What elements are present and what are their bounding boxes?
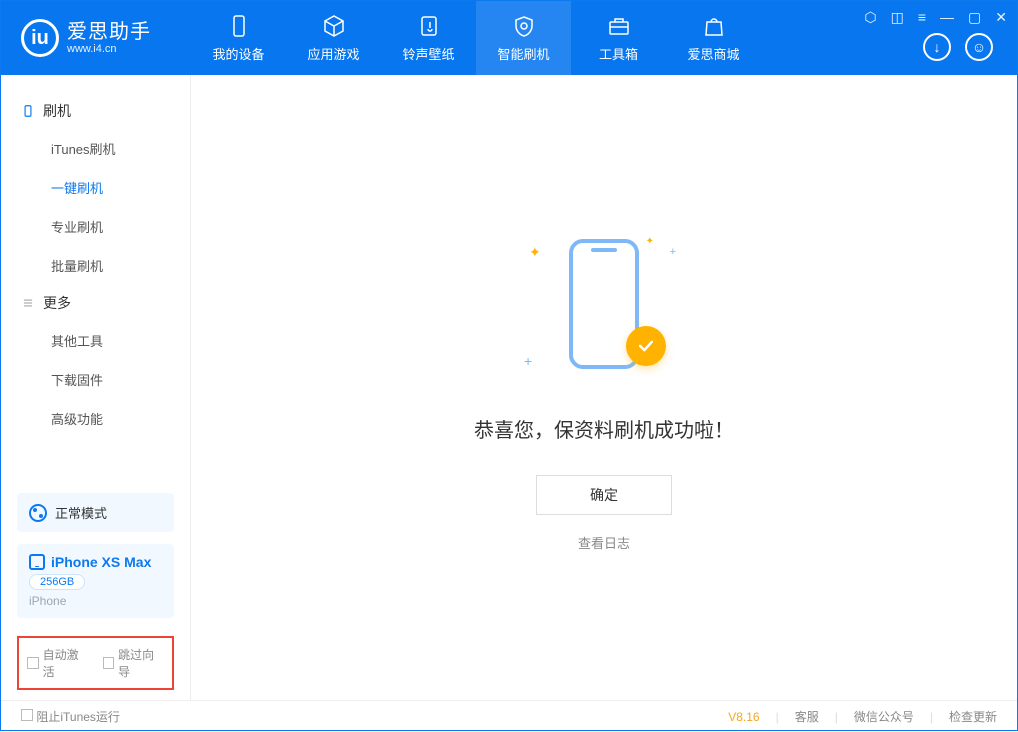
app-name: 爱思助手 bbox=[67, 21, 151, 43]
device-capacity: 256GB bbox=[29, 574, 85, 590]
flash-options: 自动激活 跳过向导 bbox=[17, 636, 174, 690]
confirm-button[interactable]: 确定 bbox=[536, 475, 672, 515]
tab-toolbox[interactable]: 工具箱 bbox=[571, 1, 666, 75]
mode-card[interactable]: 正常模式 bbox=[17, 493, 174, 532]
checkbox-icon bbox=[21, 709, 33, 721]
checkbox-icon bbox=[27, 657, 39, 669]
sparkle-icon: + bbox=[670, 246, 676, 258]
bag-icon bbox=[702, 14, 726, 38]
option-skip-guide[interactable]: 跳过向导 bbox=[103, 646, 165, 680]
device-type: iPhone bbox=[29, 594, 66, 608]
tab-label: 铃声壁纸 bbox=[402, 44, 454, 63]
support-link[interactable]: 客服 bbox=[795, 708, 819, 725]
option-auto-activate[interactable]: 自动激活 bbox=[27, 646, 89, 680]
app-url: www.i4.cn bbox=[67, 43, 151, 55]
checkbox-icon bbox=[103, 657, 115, 669]
window-controls: ⬡ ◫ ≡ — ▢ ✕ bbox=[864, 9, 1007, 26]
logo-icon: iu bbox=[21, 19, 59, 57]
tab-label: 爱思商城 bbox=[687, 44, 739, 63]
device-icon bbox=[227, 14, 251, 38]
list-icon bbox=[21, 296, 35, 310]
tab-label: 智能刷机 bbox=[497, 44, 549, 63]
minimize-button[interactable]: — bbox=[940, 9, 954, 26]
music-icon bbox=[417, 14, 441, 38]
mode-label: 正常模式 bbox=[55, 503, 107, 522]
version-label: V8.16 bbox=[728, 710, 759, 724]
success-message: 恭喜您，保资料刷机成功啦！ bbox=[474, 414, 734, 443]
app-logo: iu 爱思助手 www.i4.cn bbox=[1, 1, 191, 75]
tab-label: 我的设备 bbox=[212, 44, 264, 63]
sparkle-icon: ✦ bbox=[529, 244, 541, 261]
toolbox-icon bbox=[607, 14, 631, 38]
cube-icon bbox=[322, 14, 346, 38]
sparkle-icon: + bbox=[524, 353, 532, 369]
tab-smart-flash[interactable]: 智能刷机 bbox=[476, 1, 571, 75]
main-content: ✦ ✦ + + 恭喜您，保资料刷机成功啦！ 确定 查看日志 bbox=[191, 75, 1017, 700]
sidebar-item-oneclick-flash[interactable]: 一键刷机 bbox=[1, 168, 190, 207]
menu-icon[interactable]: ≡ bbox=[918, 9, 926, 26]
shirt-icon[interactable]: ⬡ bbox=[864, 9, 876, 26]
tab-label: 应用游戏 bbox=[307, 44, 359, 63]
sidebar-section-flash: 刷机 bbox=[1, 93, 190, 129]
sidebar: 刷机 iTunes刷机 一键刷机 专业刷机 批量刷机 更多 其他工具 下载固件 … bbox=[1, 75, 191, 700]
device-name: iPhone XS Max bbox=[51, 554, 151, 570]
check-badge-icon bbox=[626, 326, 666, 366]
tab-label: 工具箱 bbox=[599, 44, 638, 63]
sidebar-item-pro-flash[interactable]: 专业刷机 bbox=[1, 207, 190, 246]
download-icon[interactable]: ↓ bbox=[923, 33, 951, 61]
sidebar-item-itunes-flash[interactable]: iTunes刷机 bbox=[1, 129, 190, 168]
app-header: iu 爱思助手 www.i4.cn 我的设备 应用游戏 铃声壁纸 智能刷机 工具… bbox=[1, 1, 1017, 75]
lock-icon[interactable]: ◫ bbox=[891, 9, 904, 26]
mode-icon bbox=[29, 504, 47, 522]
sidebar-item-advanced[interactable]: 高级功能 bbox=[1, 399, 190, 438]
refresh-shield-icon bbox=[512, 14, 536, 38]
tab-apps[interactable]: 应用游戏 bbox=[286, 1, 381, 75]
device-card[interactable]: iPhone XS Max 256GB iPhone bbox=[17, 544, 174, 618]
sidebar-item-batch-flash[interactable]: 批量刷机 bbox=[1, 246, 190, 285]
view-log-link[interactable]: 查看日志 bbox=[578, 533, 630, 552]
wechat-link[interactable]: 微信公众号 bbox=[854, 708, 914, 725]
sidebar-section-more: 更多 bbox=[1, 285, 190, 321]
status-bar: 阻止iTunes运行 V8.16 | 客服 | 微信公众号 | 检查更新 bbox=[1, 700, 1017, 732]
tab-my-device[interactable]: 我的设备 bbox=[191, 1, 286, 75]
header-actions: ↓ ☺ bbox=[923, 33, 993, 61]
sidebar-item-download-firmware[interactable]: 下载固件 bbox=[1, 360, 190, 399]
success-illustration: ✦ ✦ + + bbox=[524, 224, 684, 384]
user-icon[interactable]: ☺ bbox=[965, 33, 993, 61]
option-block-itunes[interactable]: 阻止iTunes运行 bbox=[21, 708, 120, 725]
phone-outline-icon bbox=[21, 104, 35, 118]
close-button[interactable]: ✕ bbox=[995, 9, 1007, 26]
check-update-link[interactable]: 检查更新 bbox=[949, 708, 997, 725]
sidebar-item-other-tools[interactable]: 其他工具 bbox=[1, 321, 190, 360]
tab-store[interactable]: 爱思商城 bbox=[666, 1, 761, 75]
device-small-icon bbox=[29, 554, 45, 570]
maximize-button[interactable]: ▢ bbox=[968, 9, 981, 26]
sparkle-icon: ✦ bbox=[646, 236, 654, 247]
tab-ringtones[interactable]: 铃声壁纸 bbox=[381, 1, 476, 75]
